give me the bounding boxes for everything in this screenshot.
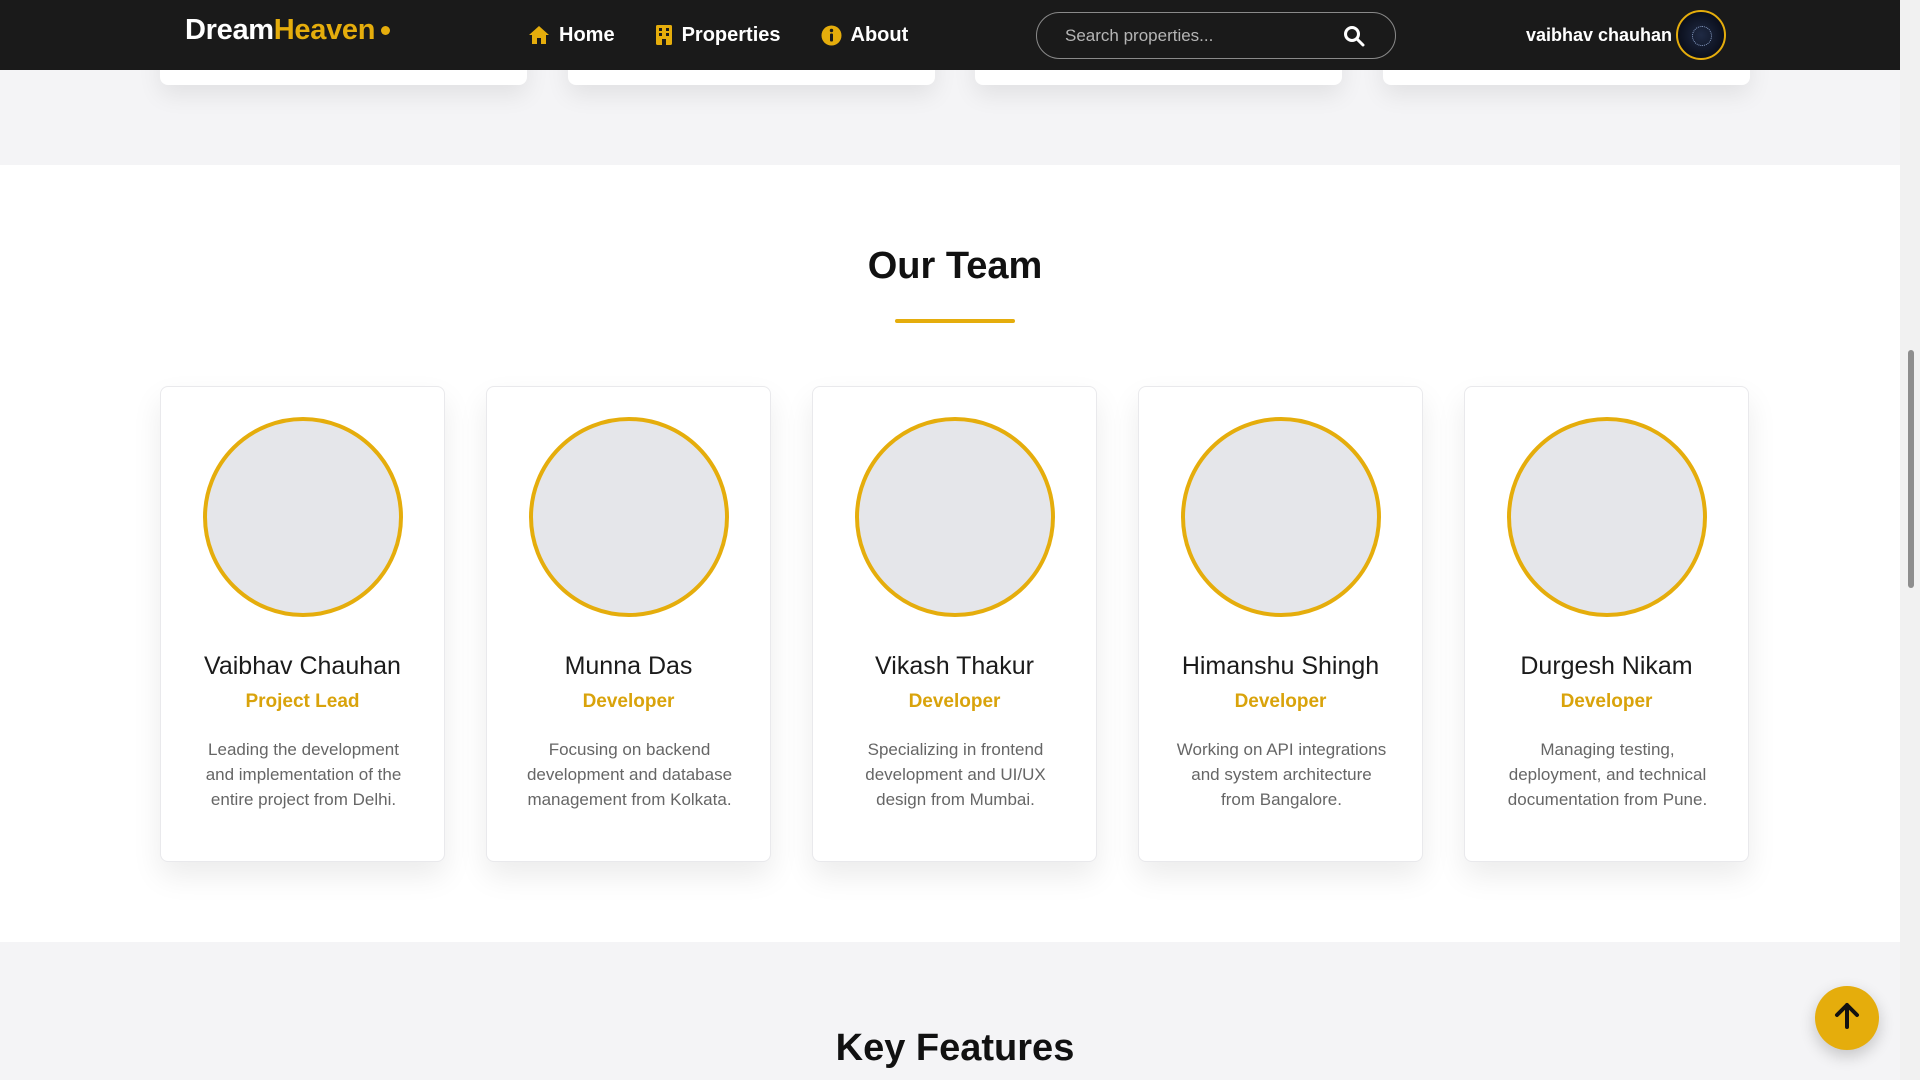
brand-dot xyxy=(381,26,391,35)
nav-item-home[interactable]: Home xyxy=(528,24,615,47)
team-section-title: Our Team xyxy=(867,245,1043,287)
member-role: Project Lead xyxy=(245,691,360,712)
member-role: Developer xyxy=(1560,691,1653,712)
member-description: Specializing in frontend development and… xyxy=(865,740,1046,809)
navbar: DreamHeaven Home Properties About Search… xyxy=(0,0,1900,70)
search-input[interactable] xyxy=(1065,25,1335,47)
user-name[interactable]: vaibhav chauhan xyxy=(1526,25,1672,46)
member-name: Munna Das xyxy=(564,652,693,680)
member-name: Himanshu Shingh xyxy=(1181,652,1380,680)
home-icon xyxy=(528,25,550,45)
info-circle-icon xyxy=(821,25,842,46)
features-section-title: Key Features xyxy=(835,1027,1075,1069)
scroll-to-top-button[interactable] xyxy=(1815,986,1879,1050)
search-bar xyxy=(1036,12,1396,59)
team-card: Durgesh Nikam Developer Managing testing… xyxy=(1464,386,1749,862)
nav-links: Home Properties About xyxy=(528,0,908,70)
member-description: Leading the development and implementati… xyxy=(205,740,402,809)
team-section: Our Team Vaibhav Chauhan Project Lead Le… xyxy=(0,165,1900,942)
nav-item-label: About xyxy=(850,23,909,46)
nav-item-label: Home xyxy=(559,23,615,46)
member-name: Vaibhav Chauhan xyxy=(204,652,401,680)
member-photo xyxy=(855,417,1055,617)
brand-logo[interactable]: DreamHeaven xyxy=(185,14,391,47)
member-role: Developer xyxy=(582,691,675,712)
user-avatar[interactable] xyxy=(1676,10,1726,60)
arrow-up-icon xyxy=(1834,1002,1860,1035)
features-section: Key Features xyxy=(0,942,1900,1080)
member-photo xyxy=(529,417,729,617)
member-photo xyxy=(203,417,403,617)
nav-item-about[interactable]: About xyxy=(821,23,909,47)
team-card: Vaibhav Chauhan Project Lead Leading the… xyxy=(160,386,445,862)
member-photo xyxy=(1507,417,1707,617)
member-name: Durgesh Nikam xyxy=(1520,652,1693,680)
nav-item-label: Properties xyxy=(681,23,781,46)
title-underline xyxy=(895,319,1015,323)
member-description: Managing testing, deployment, and techni… xyxy=(1507,740,1708,809)
member-description: Focusing on backend development and data… xyxy=(526,740,733,809)
member-photo xyxy=(1181,417,1381,617)
team-card: Vikash Thakur Developer Specializing in … xyxy=(812,386,1097,862)
member-role: Developer xyxy=(1234,691,1327,712)
scrollbar-thumb[interactable] xyxy=(1908,350,1914,588)
member-name: Vikash Thakur xyxy=(875,652,1034,680)
building-icon xyxy=(655,24,673,46)
team-card: Himanshu Shingh Developer Working on API… xyxy=(1138,386,1423,862)
brand-name-part2: Heaven xyxy=(273,14,376,46)
brand-name-part1: Dream xyxy=(185,14,274,46)
team-card: Munna Das Developer Focusing on backend … xyxy=(486,386,771,862)
page-scrollbar[interactable] xyxy=(1900,0,1920,1080)
member-description: Working on API integrations and system a… xyxy=(1176,740,1387,809)
search-icon[interactable] xyxy=(1343,25,1365,52)
member-role: Developer xyxy=(908,691,1001,712)
nav-item-properties[interactable]: Properties xyxy=(655,24,781,47)
